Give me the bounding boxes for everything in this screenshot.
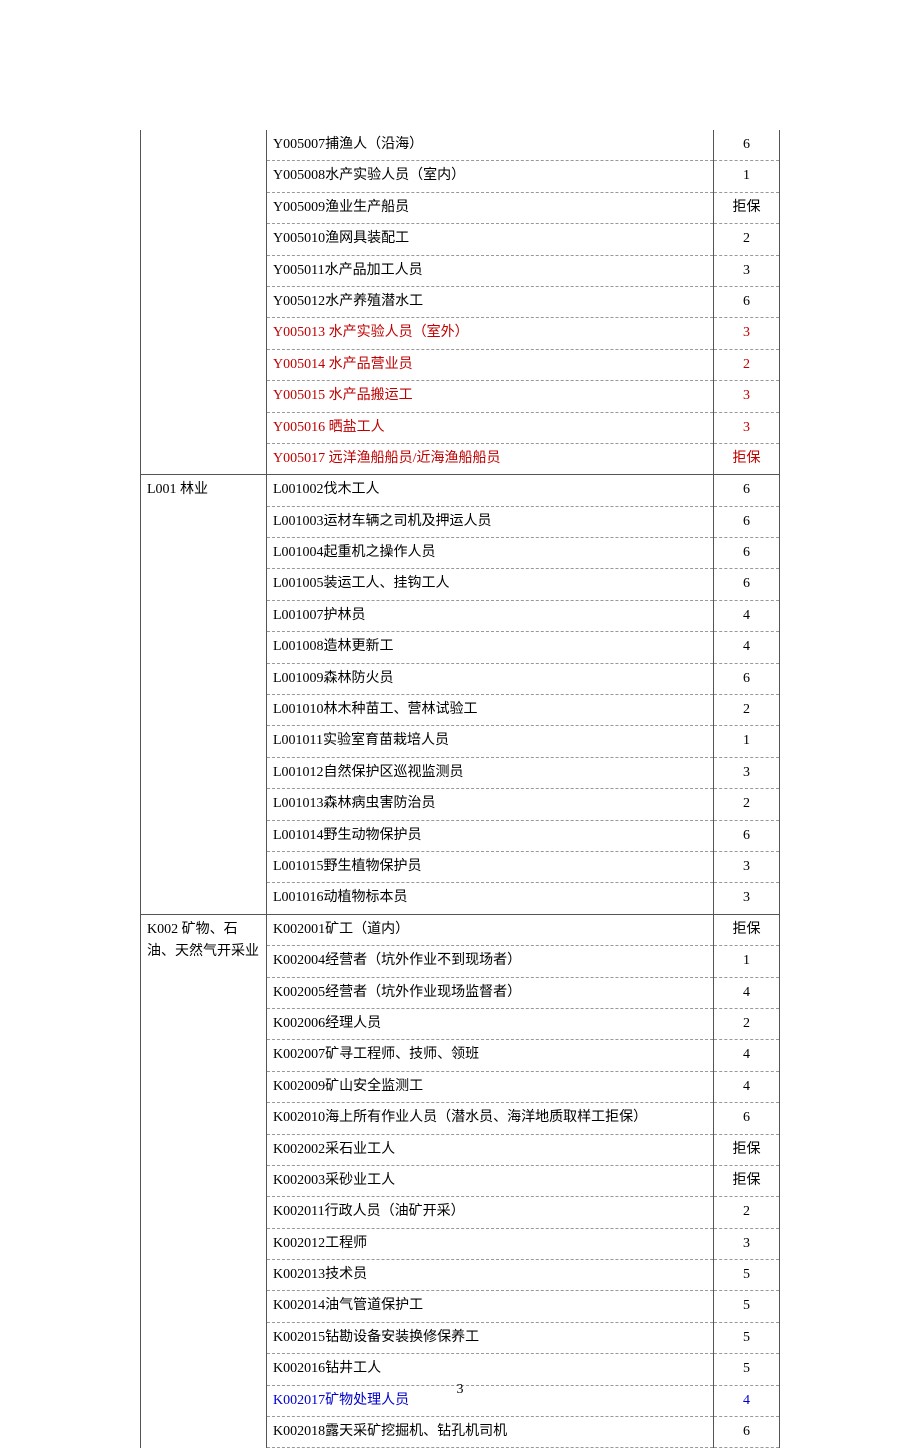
occupation-desc: K002009矿山安全监测工: [267, 1071, 714, 1102]
risk-level: 6: [714, 130, 780, 161]
occupation-desc: K002015钻勘设备安装换修保养工: [267, 1322, 714, 1353]
occupation-desc: L001009森林防火员: [267, 663, 714, 694]
risk-level: 4: [714, 1071, 780, 1102]
occupation-desc: Y005007捕渔人（沿海）: [267, 130, 714, 161]
risk-level: 5: [714, 1354, 780, 1385]
category-cell: K002 矿物、石油、天然气开采业: [141, 914, 267, 1448]
risk-level: 2: [714, 695, 780, 726]
risk-level: 4: [714, 977, 780, 1008]
occupation-desc: Y005013 水产实验人员（室外）: [267, 318, 714, 349]
risk-level: 3: [714, 412, 780, 443]
occupation-desc: K002012工程师: [267, 1228, 714, 1259]
risk-level: 2: [714, 1197, 780, 1228]
risk-level: 2: [714, 224, 780, 255]
occupation-desc: K002011行政人员（油矿开采）: [267, 1197, 714, 1228]
table-row: L001 林业L001002伐木工人6: [141, 475, 780, 506]
occupation-desc: Y005016 晒盐工人: [267, 412, 714, 443]
risk-level: 4: [714, 1040, 780, 1071]
table-row: K002 矿物、石油、天然气开采业K002001矿工（道内）拒保: [141, 914, 780, 945]
risk-level: 3: [714, 318, 780, 349]
occupation-table: Y005007捕渔人（沿海）6Y005008水产实验人员（室内）1Y005009…: [140, 130, 780, 1448]
occupation-desc: L001012自然保护区巡视监测员: [267, 757, 714, 788]
occupation-desc: Y005011水产品加工人员: [267, 255, 714, 286]
risk-level: 5: [714, 1322, 780, 1353]
occupation-desc: L001007护林员: [267, 600, 714, 631]
occupation-desc: K002001矿工（道内）: [267, 914, 714, 945]
risk-level: 6: [714, 663, 780, 694]
risk-level: 6: [714, 475, 780, 506]
risk-level: 3: [714, 1228, 780, 1259]
occupation-desc: Y005015 水产品搬运工: [267, 381, 714, 412]
risk-level: 6: [714, 820, 780, 851]
occupation-desc: L001003运材车辆之司机及押运人员: [267, 506, 714, 537]
table-row: Y005007捕渔人（沿海）6: [141, 130, 780, 161]
risk-level: 5: [714, 1260, 780, 1291]
risk-level: 3: [714, 381, 780, 412]
risk-level: 6: [714, 1103, 780, 1134]
risk-level: 3: [714, 255, 780, 286]
risk-level: 3: [714, 883, 780, 914]
occupation-desc: L001013森林病虫害防治员: [267, 789, 714, 820]
occupation-desc: L001010林木种苗工、营林试验工: [267, 695, 714, 726]
occupation-desc: L001015野生植物保护员: [267, 851, 714, 882]
risk-level: 6: [714, 569, 780, 600]
occupation-desc: K002006经理人员: [267, 1008, 714, 1039]
risk-level: 2: [714, 789, 780, 820]
page-number: 3: [0, 1382, 920, 1398]
occupation-desc: L001008造林更新工: [267, 632, 714, 663]
occupation-desc: K002013技术员: [267, 1260, 714, 1291]
risk-level: 2: [714, 349, 780, 380]
occupation-desc: Y005017 远洋渔船船员/近海渔船船员: [267, 443, 714, 474]
occupation-desc: L001005装运工人、挂钩工人: [267, 569, 714, 600]
risk-level: 拒保: [714, 1165, 780, 1196]
occupation-desc: Y005012水产养殖潜水工: [267, 286, 714, 317]
risk-level: 拒保: [714, 914, 780, 945]
occupation-desc: K002007矿寻工程师、技师、领班: [267, 1040, 714, 1071]
risk-level: 3: [714, 851, 780, 882]
risk-level: 拒保: [714, 1134, 780, 1165]
occupation-desc: K002002采石业工人: [267, 1134, 714, 1165]
occupation-desc: Y005014 水产品营业员: [267, 349, 714, 380]
risk-level: 1: [714, 946, 780, 977]
category-cell: [141, 130, 267, 475]
occupation-desc: K002005经营者（坑外作业现场监督者）: [267, 977, 714, 1008]
occupation-desc: K002003采砂业工人: [267, 1165, 714, 1196]
occupation-desc: K002018露天采矿挖掘机、钻孔机司机: [267, 1417, 714, 1448]
occupation-desc: L001002伐木工人: [267, 475, 714, 506]
risk-level: 4: [714, 600, 780, 631]
risk-level: 6: [714, 506, 780, 537]
risk-level: 1: [714, 161, 780, 192]
risk-level: 拒保: [714, 192, 780, 223]
risk-level: 1: [714, 726, 780, 757]
occupation-desc: Y005009渔业生产船员: [267, 192, 714, 223]
occupation-desc: K002016钻井工人: [267, 1354, 714, 1385]
category-cell: L001 林业: [141, 475, 267, 914]
risk-level: 6: [714, 538, 780, 569]
occupation-desc: K002010海上所有作业人员（潜水员、海洋地质取样工拒保）: [267, 1103, 714, 1134]
risk-level: 2: [714, 1008, 780, 1039]
occupation-desc: L001004起重机之操作人员: [267, 538, 714, 569]
risk-level: 5: [714, 1291, 780, 1322]
risk-level: 6: [714, 1417, 780, 1448]
risk-level: 4: [714, 632, 780, 663]
risk-level: 3: [714, 757, 780, 788]
risk-level: 6: [714, 286, 780, 317]
occupation-desc: L001011实验室育苗栽培人员: [267, 726, 714, 757]
occupation-desc: K002014油气管道保护工: [267, 1291, 714, 1322]
occupation-desc: Y005010渔网具装配工: [267, 224, 714, 255]
risk-level: 拒保: [714, 443, 780, 474]
occupation-desc: L001016动植物标本员: [267, 883, 714, 914]
occupation-desc: L001014野生动物保护员: [267, 820, 714, 851]
occupation-desc: K002004经营者（坑外作业不到现场者）: [267, 946, 714, 977]
occupation-desc: Y005008水产实验人员（室内）: [267, 161, 714, 192]
